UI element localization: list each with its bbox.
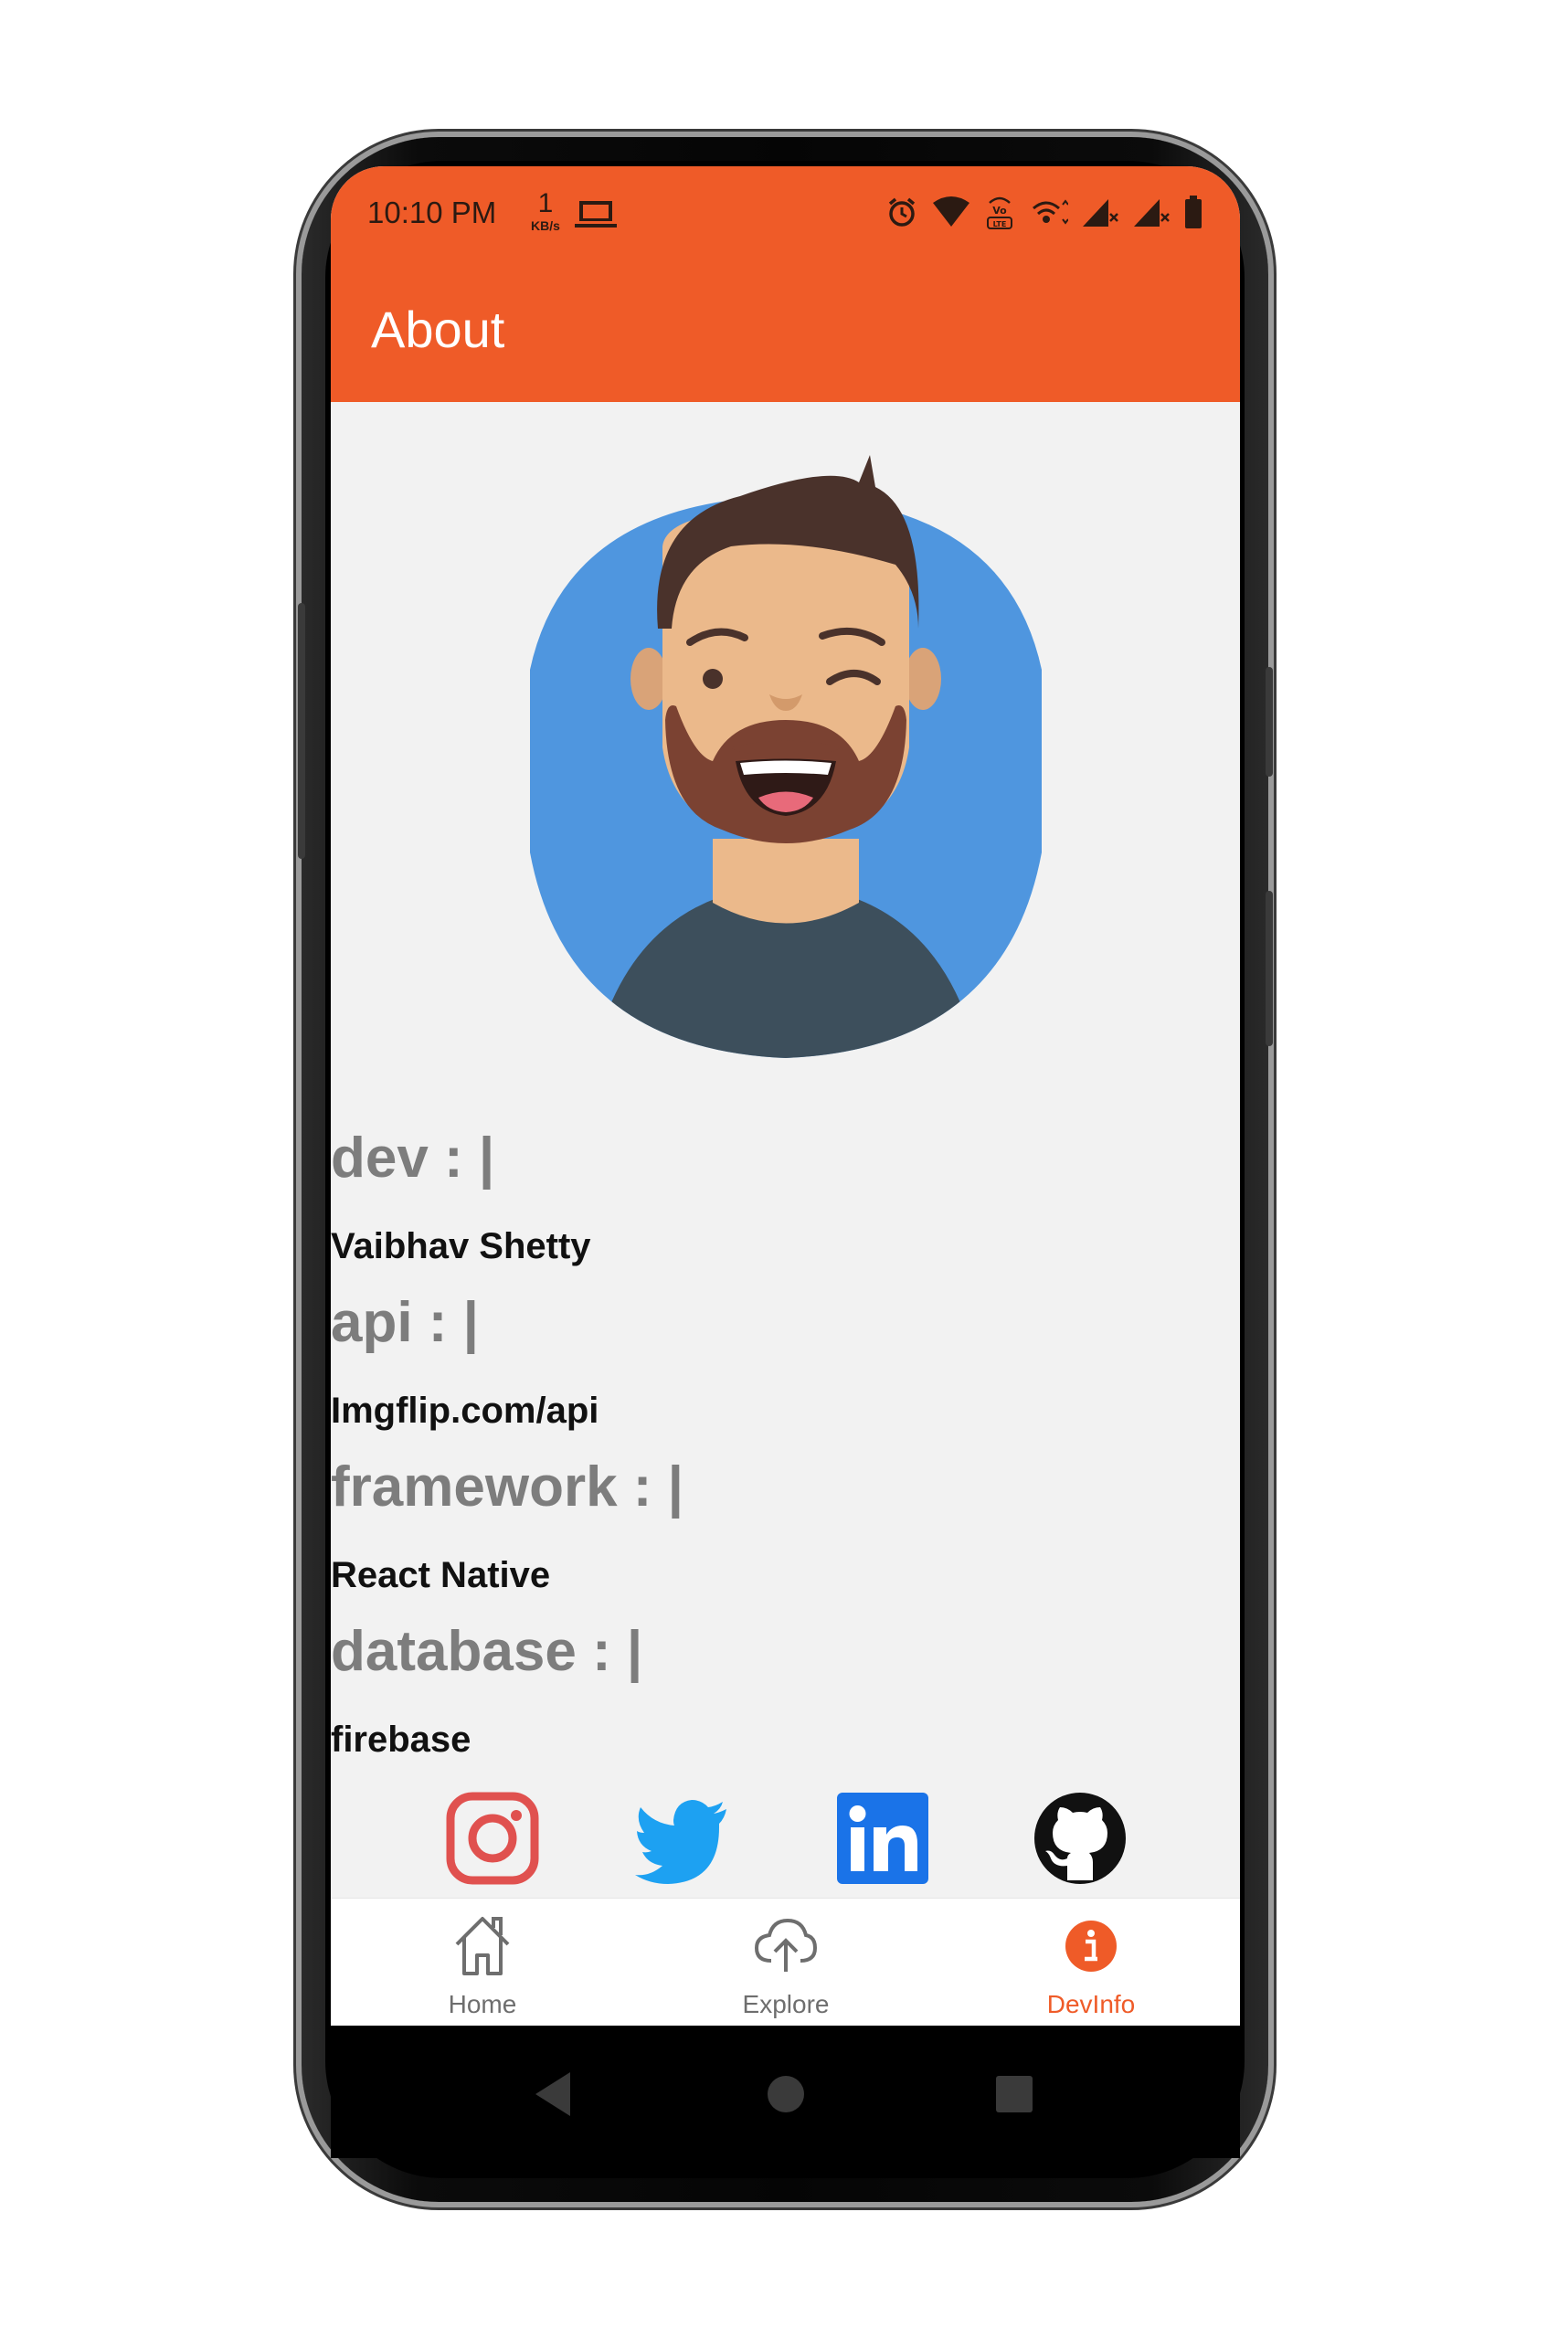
bottom-navigation: Home Explore DevInfo — [331, 1898, 1240, 2026]
recents-icon[interactable] — [994, 2074, 1034, 2114]
api-label: api : | — [331, 1291, 480, 1354]
nav-item-home[interactable]: Home — [391, 1899, 574, 2026]
nav-label-home: Home — [448, 1990, 517, 2018]
battery-icon — [1185, 196, 1202, 228]
status-time: 10:10 PM — [367, 196, 497, 229]
hotspot-icon — [1033, 199, 1068, 225]
app-bar: 10:10 PM 1 KB/s Vo LTE About — [331, 166, 1240, 402]
linkedin-icon[interactable] — [835, 1789, 930, 1888]
instagram-icon[interactable] — [445, 1789, 540, 1888]
signal-icon — [1083, 199, 1118, 227]
twitter-icon[interactable] — [635, 1789, 730, 1888]
api-value: Imgflip.com/api — [331, 1391, 599, 1431]
nav-label-devinfo: DevInfo — [1046, 1990, 1136, 2018]
wifi-icon — [933, 196, 969, 227]
page-title: About — [371, 301, 505, 358]
github-icon[interactable] — [1033, 1789, 1128, 1888]
database-value: firebase — [331, 1720, 471, 1760]
dev-value: Vaibhav Shetty — [331, 1226, 591, 1266]
database-label: database : | — [331, 1620, 643, 1683]
nav-label-explore: Explore — [742, 1990, 830, 2018]
network-speed-value: 1 — [537, 188, 554, 218]
home-circle-icon[interactable] — [766, 2074, 806, 2114]
network-speed-unit: KB/s — [531, 218, 560, 233]
system-navigation-bar — [331, 2030, 1240, 2158]
power-button — [1266, 667, 1273, 777]
laptop-icon — [575, 201, 617, 228]
alarm-icon — [888, 197, 916, 227]
volume-button — [298, 603, 305, 859]
volte-icon: Vo LTE — [987, 196, 1012, 229]
app-screen: 10:10 PM 1 KB/s Vo LTE About dev: | Vai… — [331, 166, 1240, 2026]
cloud-upload-icon — [755, 1918, 817, 1972]
avatar — [530, 455, 1042, 1058]
nav-item-devinfo[interactable]: DevInfo — [1000, 1899, 1182, 2026]
info-icon — [1065, 1921, 1117, 1972]
framework-label: framework : | — [331, 1455, 684, 1519]
nav-item-explore[interactable]: Explore — [694, 1899, 877, 2026]
status-icons: Vo LTE — [885, 192, 1203, 232]
dev-label: dev : | — [331, 1127, 495, 1190]
side-button — [1266, 891, 1273, 1046]
signal-icon — [1134, 199, 1170, 227]
network-speed: 1 KB/s — [523, 188, 568, 233]
svg-text:LTE: LTE — [993, 220, 1007, 228]
home-icon — [455, 1917, 510, 1975]
status-bar: 10:10 PM 1 KB/s Vo LTE — [331, 166, 1240, 249]
back-icon[interactable] — [532, 2070, 574, 2118]
framework-value: React Native — [331, 1555, 551, 1595]
svg-text:Vo: Vo — [992, 205, 1007, 217]
